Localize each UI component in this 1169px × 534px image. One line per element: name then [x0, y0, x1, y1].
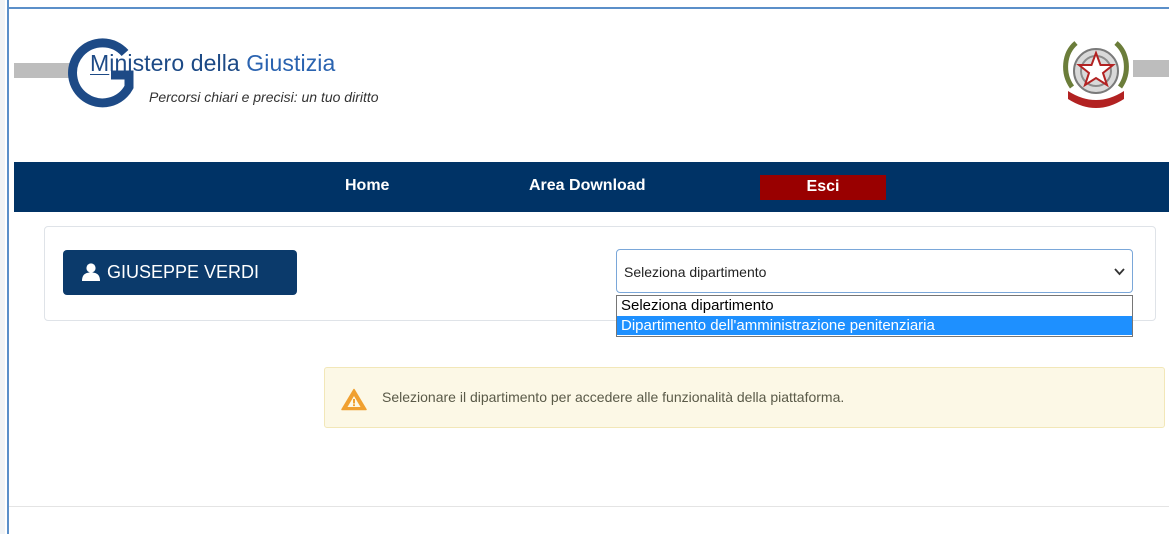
logo-right-bar	[1133, 60, 1169, 77]
warning-alert: Selezionare il dipartimento per accedere…	[324, 367, 1165, 428]
site-title-mid: inistero della	[109, 50, 247, 76]
alert-message: Selezionare il dipartimento per accedere…	[382, 389, 845, 405]
italian-republic-emblem	[1063, 41, 1129, 108]
user-name-label: GIUSEPPE VERDI	[107, 262, 260, 282]
nav-home-link[interactable]: Home	[345, 177, 389, 195]
site-title-accent: Giustizia	[246, 50, 336, 76]
department-select[interactable]: Seleziona dipartimento	[616, 249, 1133, 293]
dropdown-option[interactable]: Seleziona dipartimento	[617, 296, 1132, 315]
footer	[9, 507, 1169, 534]
site-subtitle: Percorsi chiari e precisi: un tuo diritt…	[149, 89, 379, 105]
warning-icon	[341, 388, 367, 411]
dropdown-option-highlighted[interactable]: Dipartimento dell'amministrazione penite…	[617, 316, 1132, 335]
department-dropdown-list: Seleziona dipartimento Dipartimento dell…	[616, 295, 1133, 337]
window-border-top	[7, 7, 1169, 9]
window-left-edge	[0, 0, 5, 534]
nav-download-link[interactable]: Area Download	[529, 177, 645, 195]
site-title-initial: M	[90, 50, 110, 76]
site-title[interactable]: Ministero della Giustizia	[90, 50, 335, 77]
user-icon	[82, 263, 100, 281]
department-select-value: Seleziona dipartimento	[624, 264, 767, 280]
nav-exit-button[interactable]: Esci	[760, 175, 886, 200]
chevron-down-icon	[1114, 268, 1125, 276]
window-border-left	[7, 0, 9, 534]
user-profile-button[interactable]: GIUSEPPE VERDI	[63, 250, 297, 295]
